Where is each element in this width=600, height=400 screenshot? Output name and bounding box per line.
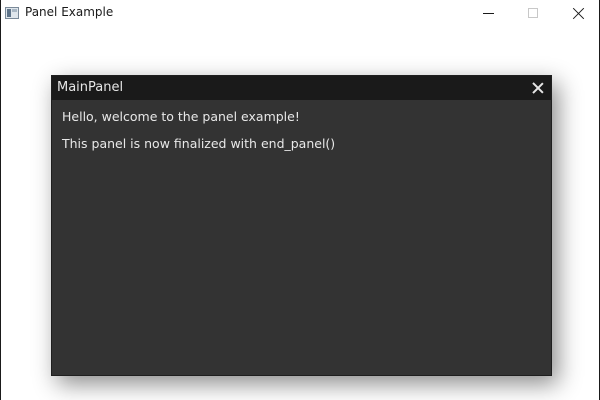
minimize-button[interactable] [465, 0, 511, 27]
maximize-icon [528, 8, 538, 18]
close-window-button[interactable] [555, 0, 600, 27]
maximize-button[interactable] [510, 0, 556, 27]
panel-close-button[interactable] [529, 79, 547, 97]
minimize-icon [483, 13, 494, 14]
panel-header[interactable]: MainPanel [52, 76, 551, 100]
main-panel[interactable]: MainPanel Hello, welcome to the panel ex… [51, 75, 552, 376]
close-icon [572, 7, 585, 20]
app-window: Panel Example MainPanel Hello, welcome t… [0, 0, 600, 400]
application-icon [5, 7, 19, 19]
panel-text-line: This panel is now finalized with end_pan… [62, 136, 336, 151]
panel-text-line: Hello, welcome to the panel example! [62, 109, 300, 124]
panel-body: Hello, welcome to the panel example! Thi… [62, 109, 541, 163]
panel-title: MainPanel [57, 80, 124, 95]
window-title: Panel Example [25, 5, 114, 19]
window-titlebar[interactable]: Panel Example [1, 0, 599, 27]
